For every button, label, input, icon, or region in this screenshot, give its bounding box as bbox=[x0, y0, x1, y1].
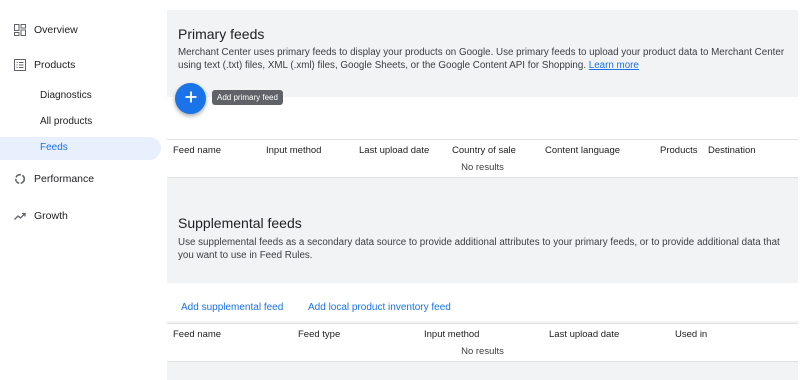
dashboard-icon bbox=[14, 24, 26, 36]
sidebar-item-products[interactable]: Products bbox=[0, 53, 75, 77]
sidebar-subitem-all-products[interactable]: All products bbox=[40, 114, 92, 130]
no-results-text: No results bbox=[461, 346, 504, 357]
supplemental-feeds-description: Use supplemental feeds as a secondary da… bbox=[178, 237, 780, 261]
main-content: Primary feeds Merchant Center uses prima… bbox=[167, 10, 800, 380]
primary-feeds-empty-row: No results bbox=[167, 159, 798, 178]
sidebar-subitem-diagnostics[interactable]: Diagnostics bbox=[40, 88, 92, 104]
column-header[interactable]: Feed type bbox=[298, 329, 340, 340]
plus-icon bbox=[185, 90, 197, 108]
add-primary-feed-tooltip: Add primary feed bbox=[212, 90, 283, 105]
primary-feeds-table-header: Feed name Input method Last upload date … bbox=[167, 139, 798, 161]
column-header[interactable]: Feed name bbox=[173, 329, 221, 340]
primary-feeds-description: Merchant Center uses primary feeds to di… bbox=[178, 46, 788, 72]
products-list-icon bbox=[14, 59, 26, 71]
learn-more-link[interactable]: Learn more bbox=[589, 60, 639, 71]
add-primary-feed-button[interactable] bbox=[175, 83, 206, 114]
column-header[interactable]: Destination bbox=[708, 145, 756, 156]
column-header[interactable]: Input method bbox=[424, 329, 479, 340]
sidebar-item-overview[interactable]: Overview bbox=[0, 18, 78, 42]
sidebar-item-label: Performance bbox=[34, 173, 95, 185]
sidebar-item-performance[interactable]: Performance bbox=[0, 167, 94, 191]
supplemental-feeds-table-header: Feed name Feed type Input method Last up… bbox=[167, 323, 798, 345]
column-header[interactable]: Used in bbox=[675, 329, 707, 340]
column-header[interactable]: Last upload date bbox=[549, 329, 619, 340]
sidebar: Overview Products Diagnostics All produc… bbox=[0, 0, 167, 380]
primary-feeds-title: Primary feeds bbox=[178, 26, 265, 42]
supplemental-feeds-title: Supplemental feeds bbox=[178, 215, 302, 231]
column-header[interactable]: Country of sale bbox=[452, 145, 516, 156]
active-nav-highlight bbox=[0, 137, 161, 160]
column-header[interactable]: Content language bbox=[545, 145, 620, 156]
trending-up-icon bbox=[14, 210, 26, 222]
column-header[interactable]: Last upload date bbox=[359, 145, 429, 156]
add-local-inventory-feed-button[interactable]: Add local product inventory feed bbox=[308, 302, 451, 313]
sidebar-item-growth[interactable]: Growth bbox=[0, 204, 68, 228]
sidebar-item-label: Growth bbox=[34, 210, 68, 222]
sidebar-item-label: Overview bbox=[34, 24, 78, 36]
no-results-text: No results bbox=[461, 162, 504, 173]
column-header[interactable]: Input method bbox=[266, 145, 321, 156]
supplemental-feeds-empty-row: No results bbox=[167, 343, 798, 362]
column-header[interactable]: Feed name bbox=[173, 145, 221, 156]
column-header[interactable]: Products bbox=[660, 145, 698, 156]
primary-feeds-description-text: Merchant Center uses primary feeds to di… bbox=[178, 47, 785, 71]
add-supplemental-feed-button[interactable]: Add supplemental feed bbox=[181, 302, 283, 313]
sidebar-subitem-feeds[interactable]: Feeds bbox=[40, 140, 68, 156]
performance-donut-icon bbox=[14, 173, 26, 185]
sidebar-item-label: Products bbox=[34, 59, 76, 71]
